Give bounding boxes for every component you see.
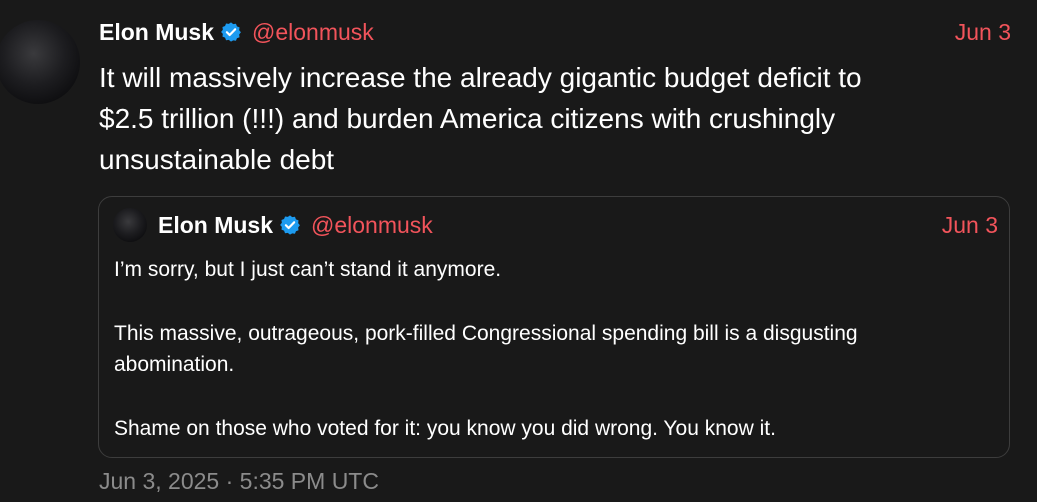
tweet-header: Elon Musk @elonmusk Jun 3	[99, 16, 1011, 48]
tweet-date[interactable]: Jun 3	[955, 19, 1011, 46]
quoted-tweet-header: Elon Musk @elonmusk Jun 3	[158, 210, 998, 240]
author-handle[interactable]: @elonmusk	[252, 19, 374, 46]
quoted-author-avatar	[113, 208, 147, 242]
author-avatar[interactable]	[0, 20, 80, 104]
tweet-text-line: $2.5 trillion (!!!) and burden America c…	[99, 103, 836, 134]
tweet-text-line: unsustainable debt	[99, 144, 335, 175]
quoted-author-handle: @elonmusk	[311, 211, 433, 238]
quoted-text-line: I’m sorry, but I just can’t stand it any…	[114, 258, 502, 281]
verified-badge-icon	[220, 21, 242, 43]
quoted-text-line: This massive, outrageous, pork-filled Co…	[114, 322, 858, 345]
quoted-tweet-date: Jun 3	[941, 211, 998, 238]
quoted-text-line: Shame on those who voted for it: you kno…	[114, 417, 776, 440]
author-name[interactable]: Elon Musk	[99, 19, 214, 46]
tweet-text: It will massively increase the already g…	[99, 57, 999, 180]
tweet: Elon Musk @elonmusk Jun 3 It will massiv…	[0, 0, 1037, 502]
quoted-author-name: Elon Musk	[158, 211, 274, 238]
tweet-text-line: It will massively increase the already g…	[99, 62, 862, 93]
quoted-tweet[interactable]: Elon Musk @elonmusk Jun 3 I’m sorry, but…	[98, 196, 1010, 458]
tweet-timestamp[interactable]: Jun 3, 2025 · 5:35 PM UTC	[99, 468, 379, 495]
quoted-text-line: abomination.	[114, 353, 235, 376]
verified-badge-icon	[279, 214, 301, 236]
